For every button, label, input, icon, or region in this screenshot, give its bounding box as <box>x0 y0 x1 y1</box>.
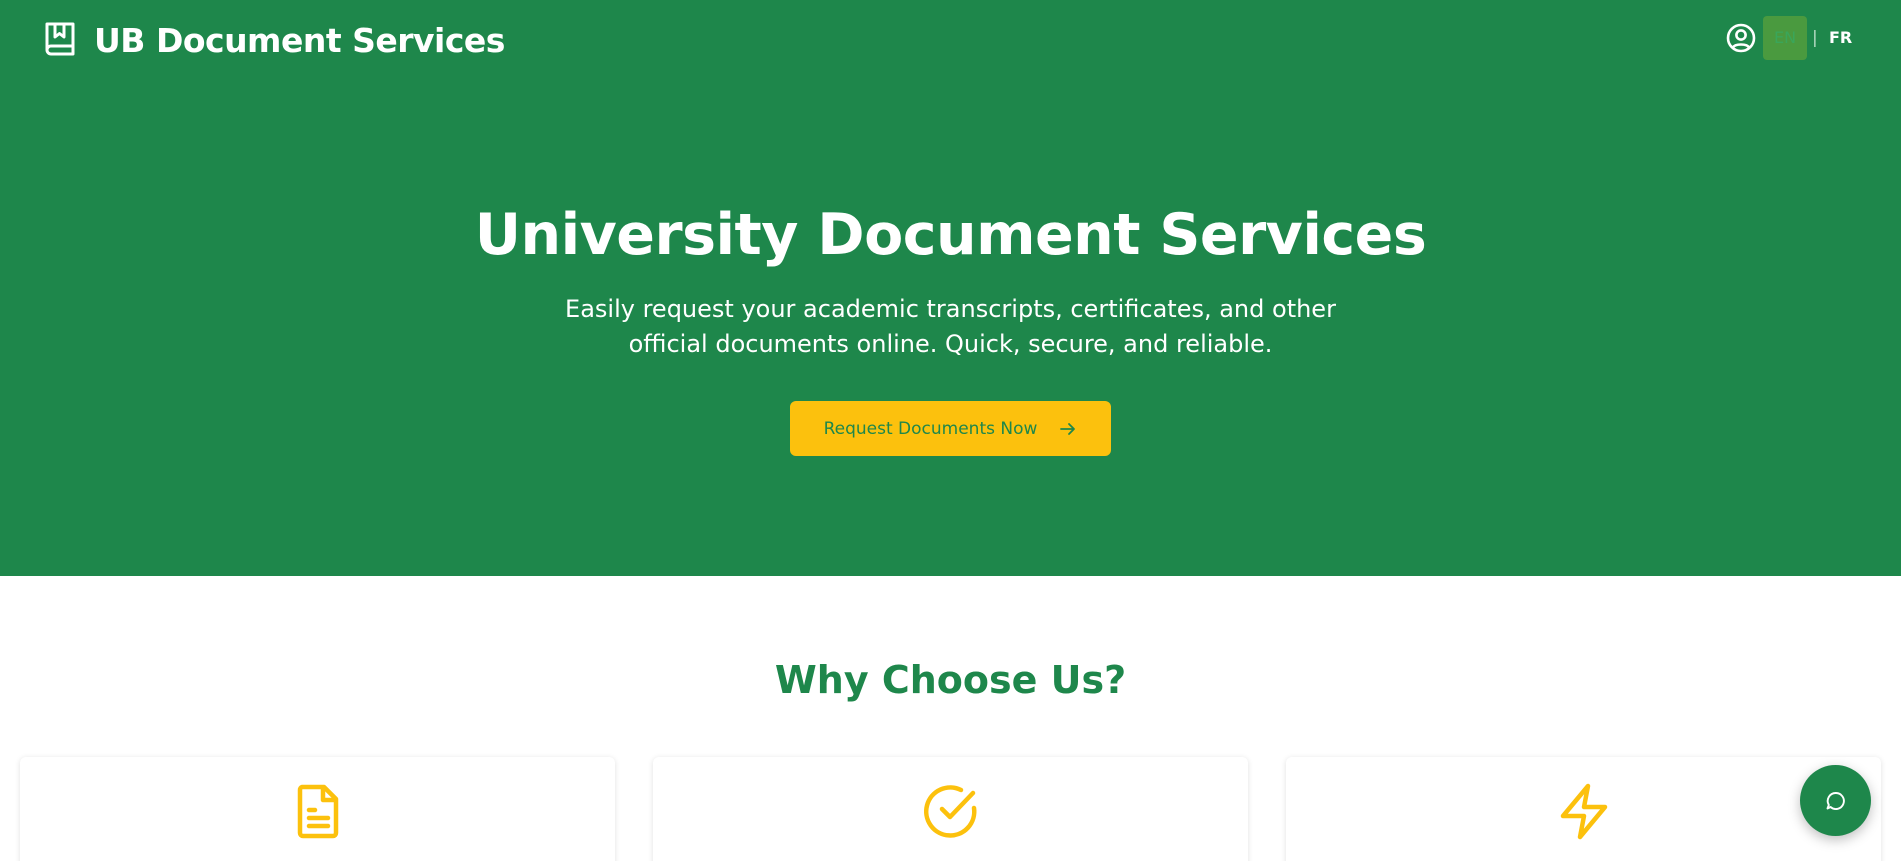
user-circle-icon[interactable] <box>1725 22 1757 54</box>
language-fr-button[interactable]: FR <box>1829 28 1852 48</box>
request-documents-button[interactable]: Request Documents Now <box>790 401 1111 456</box>
language-en-button[interactable]: EN <box>1763 16 1807 60</box>
why-choose-us-title: Why Choose Us? <box>774 658 1127 702</box>
request-documents-label: Request Documents Now <box>823 418 1038 439</box>
brand[interactable]: UB Document Services <box>42 18 505 62</box>
hero-section: UB Document Services EN | FR University … <box>0 0 1901 576</box>
top-navigation-bar: UB Document Services EN | FR <box>0 0 1901 80</box>
chat-button[interactable] <box>1800 765 1871 836</box>
feature-card-fast <box>1286 757 1881 861</box>
brand-title: UB Document Services <box>94 20 505 60</box>
bookmark-book-icon <box>45 22 75 56</box>
check-circle-icon <box>923 785 976 838</box>
feature-card-verified <box>653 757 1248 861</box>
language-separator: | <box>1812 28 1818 48</box>
chat-bubble-icon <box>1826 791 1845 810</box>
hero-subtitle: Easily request your academic transcripts… <box>565 295 1336 358</box>
document-text-icon <box>297 784 338 839</box>
hero-title: University Document Services <box>474 202 1427 268</box>
lightning-icon <box>1560 783 1607 840</box>
feature-card-documents <box>20 757 615 861</box>
arrow-right-icon <box>1060 422 1076 435</box>
